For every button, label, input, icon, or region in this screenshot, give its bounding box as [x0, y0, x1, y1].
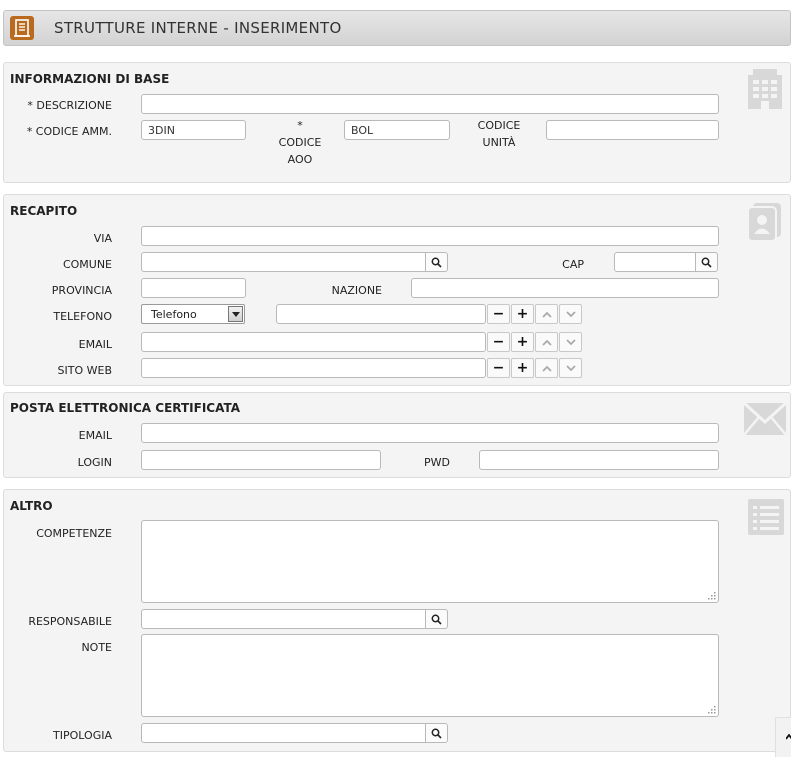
email-label: EMAIL: [78, 338, 112, 351]
search-icon: [431, 614, 442, 625]
chevron-up-icon: [541, 311, 552, 318]
search-icon: [431, 728, 442, 739]
section-recapito: RECAPITO VIA COMUNE CAP PROVINCIA NAZION…: [3, 194, 791, 386]
chevron-down-icon: [565, 338, 576, 345]
cap-field[interactable]: [614, 252, 696, 272]
telefono-move-down-button[interactable]: [559, 304, 582, 324]
sito-web-label: SITO WEB: [57, 364, 112, 377]
responsabile-label: RESPONSABILE: [28, 615, 112, 628]
descrizione-field[interactable]: [141, 94, 719, 114]
nazione-field[interactable]: [411, 278, 719, 298]
section-title: POSTA ELETTRONICA CERTIFICATA: [10, 401, 240, 415]
resize-grip-icon[interactable]: [706, 704, 716, 714]
telefono-label: TELEFONO: [53, 310, 112, 323]
section-altro: ALTRO COMPETENZE RESPONSABILE NOTE TIPOL…: [3, 489, 791, 752]
provincia-field[interactable]: [141, 278, 246, 298]
email-remove-button[interactable]: −: [487, 332, 510, 352]
chevron-up-icon: [786, 734, 791, 740]
email-field[interactable]: [141, 332, 486, 352]
pwd-field[interactable]: [479, 450, 719, 470]
pec-email-field[interactable]: [141, 423, 719, 443]
comune-search-button[interactable]: [425, 252, 448, 272]
building-icon: [745, 67, 785, 114]
pec-email-label: EMAIL: [78, 429, 112, 442]
chevron-down-icon: [565, 364, 576, 371]
page-header: STRUTTURE INTERNE - INSERIMENTO: [3, 10, 791, 46]
sito-web-move-up-button[interactable]: [535, 358, 558, 378]
sito-web-remove-button[interactable]: −: [487, 358, 510, 378]
section-informazioni-di-base: INFORMAZIONI DI BASE * DESCRIZIONE * COD…: [3, 62, 791, 183]
email-move-down-button[interactable]: [559, 332, 582, 352]
responsabile-search-button[interactable]: [425, 609, 448, 629]
comune-label: COMUNE: [62, 258, 112, 271]
responsabile-field[interactable]: [141, 609, 426, 629]
codice-aoo-label-line1: CODICE: [278, 136, 322, 149]
dropdown-arrow-icon: [228, 306, 243, 322]
codice-aoo-label: * CODICE AOO: [270, 117, 330, 168]
resize-grip-icon[interactable]: [706, 590, 716, 600]
comune-field[interactable]: [141, 252, 426, 272]
note-label: NOTE: [81, 641, 112, 654]
nazione-label: NAZIONE: [331, 284, 382, 297]
competenze-textarea[interactable]: [141, 520, 719, 603]
telefono-move-up-button[interactable]: [535, 304, 558, 324]
sito-web-field[interactable]: [141, 358, 486, 378]
codice-amm-label: * CODICE AMM.: [26, 125, 112, 138]
pwd-label: PWD: [424, 456, 450, 469]
telefono-type-value: Telefono: [151, 308, 197, 321]
list-icon: [747, 498, 785, 539]
competenze-label: COMPETENZE: [36, 527, 112, 540]
codice-amm-field[interactable]: [141, 120, 246, 140]
descrizione-label: * DESCRIZIONE: [27, 99, 112, 112]
telefono-add-button[interactable]: +: [511, 304, 534, 324]
email-move-up-button[interactable]: [535, 332, 558, 352]
login-field[interactable]: [141, 450, 381, 470]
search-icon: [431, 257, 442, 268]
codice-aoo-label-line2: AOO: [287, 153, 313, 166]
page-title: STRUTTURE INTERNE - INSERIMENTO: [54, 19, 342, 37]
chevron-down-icon: [565, 310, 576, 317]
via-label: VIA: [93, 232, 112, 245]
chevron-up-icon: [541, 365, 552, 372]
telefono-type-select[interactable]: Telefono: [141, 304, 245, 324]
tipologia-label: TIPOLOGIA: [53, 729, 112, 742]
building-document-icon: [10, 16, 34, 40]
search-icon: [701, 257, 712, 268]
codice-unita-label: CODICE UNITÀ: [469, 117, 529, 151]
contact-card-icon: [745, 201, 785, 246]
section-title: ALTRO: [10, 499, 53, 513]
telefono-field[interactable]: [276, 304, 486, 324]
login-label: LOGIN: [77, 456, 112, 469]
sito-web-move-down-button[interactable]: [559, 358, 582, 378]
cap-label: CAP: [562, 258, 584, 271]
cap-search-button[interactable]: [695, 252, 718, 272]
email-add-button[interactable]: +: [511, 332, 534, 352]
codice-unita-field[interactable]: [546, 120, 719, 140]
scroll-top-button[interactable]: [775, 717, 791, 757]
tipologia-search-button[interactable]: [425, 723, 448, 743]
codice-unita-label-line2: UNITÀ: [482, 136, 516, 149]
section-title: RECAPITO: [10, 204, 78, 218]
sito-web-add-button[interactable]: +: [511, 358, 534, 378]
via-field[interactable]: [141, 226, 719, 246]
section-title: INFORMAZIONI DI BASE: [10, 72, 170, 86]
tipologia-field[interactable]: [141, 723, 426, 743]
chevron-up-icon: [541, 339, 552, 346]
required-marker: *: [297, 119, 303, 132]
provincia-label: PROVINCIA: [51, 284, 112, 297]
envelope-icon: [742, 401, 788, 439]
telefono-remove-button[interactable]: −: [487, 304, 510, 324]
codice-aoo-field[interactable]: [344, 120, 450, 140]
note-textarea[interactable]: [141, 634, 719, 717]
section-posta-elettronica-certificata: POSTA ELETTRONICA CERTIFICATA EMAIL LOGI…: [3, 392, 791, 478]
codice-unita-label-line1: CODICE: [477, 119, 521, 132]
